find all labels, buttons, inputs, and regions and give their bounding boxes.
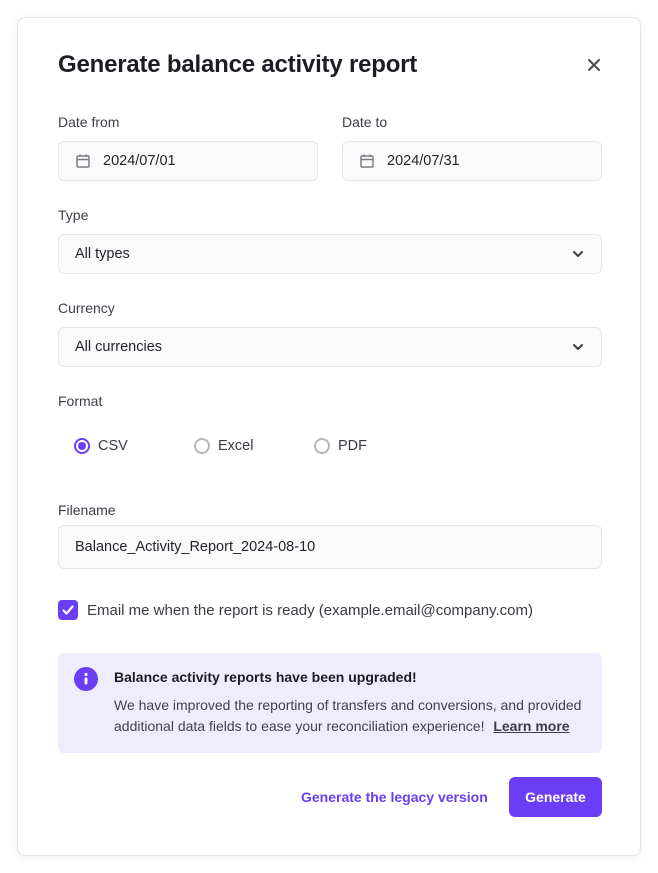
generate-button[interactable]: Generate	[509, 777, 602, 817]
email-checkbox[interactable]	[58, 600, 78, 620]
date-to-value: 2024/07/31	[387, 153, 460, 169]
date-from-field[interactable]: 2024/07/01	[58, 141, 318, 181]
date-to-field[interactable]: 2024/07/31	[342, 141, 602, 181]
format-radio-excel[interactable]: Excel	[194, 438, 253, 454]
info-icon	[74, 667, 98, 691]
checkmark-icon	[62, 605, 74, 615]
calendar-icon	[360, 154, 374, 168]
format-label: Format	[58, 393, 103, 409]
currency-value: All currencies	[75, 339, 163, 355]
type-label: Type	[58, 207, 89, 223]
radio-unselected-icon	[194, 438, 210, 454]
type-value: All types	[75, 246, 130, 262]
chevron-down-icon	[573, 251, 583, 257]
filename-value: Balance_Activity_Report_2024-08-10	[75, 539, 316, 555]
email-checkbox-row[interactable]: Email me when the report is ready (examp…	[58, 600, 533, 620]
chevron-down-icon	[573, 344, 583, 350]
calendar-icon	[76, 154, 90, 168]
currency-label: Currency	[58, 300, 115, 316]
date-from-label: Date from	[58, 114, 120, 130]
banner-body: We have improved the reporting of transf…	[114, 695, 594, 737]
type-select[interactable]: All types	[58, 234, 602, 274]
report-modal: Generate balance activity report Date fr…	[17, 17, 641, 856]
learn-more-link[interactable]: Learn more	[493, 718, 569, 734]
modal-title: Generate balance activity report	[58, 51, 418, 78]
format-option-label: Excel	[218, 438, 254, 454]
generate-legacy-button[interactable]: Generate the legacy version	[301, 789, 488, 805]
upgrade-banner: Balance activity reports have been upgra…	[58, 653, 602, 753]
date-to-label: Date to	[342, 114, 388, 130]
filename-label: Filename	[58, 502, 116, 518]
email-checkbox-label: Email me when the report is ready (examp…	[87, 601, 533, 619]
format-radio-pdf[interactable]: PDF	[314, 438, 367, 454]
format-option-label: PDF	[338, 438, 367, 454]
banner-title: Balance activity reports have been upgra…	[114, 669, 417, 685]
filename-input[interactable]: Balance_Activity_Report_2024-08-10	[58, 525, 602, 569]
currency-select[interactable]: All currencies	[58, 327, 602, 367]
date-from-value: 2024/07/01	[103, 153, 176, 169]
format-option-label: CSV	[98, 438, 128, 454]
close-icon[interactable]	[584, 55, 604, 75]
radio-unselected-icon	[314, 438, 330, 454]
radio-selected-icon	[74, 438, 90, 454]
format-radio-csv[interactable]: CSV	[74, 438, 128, 454]
